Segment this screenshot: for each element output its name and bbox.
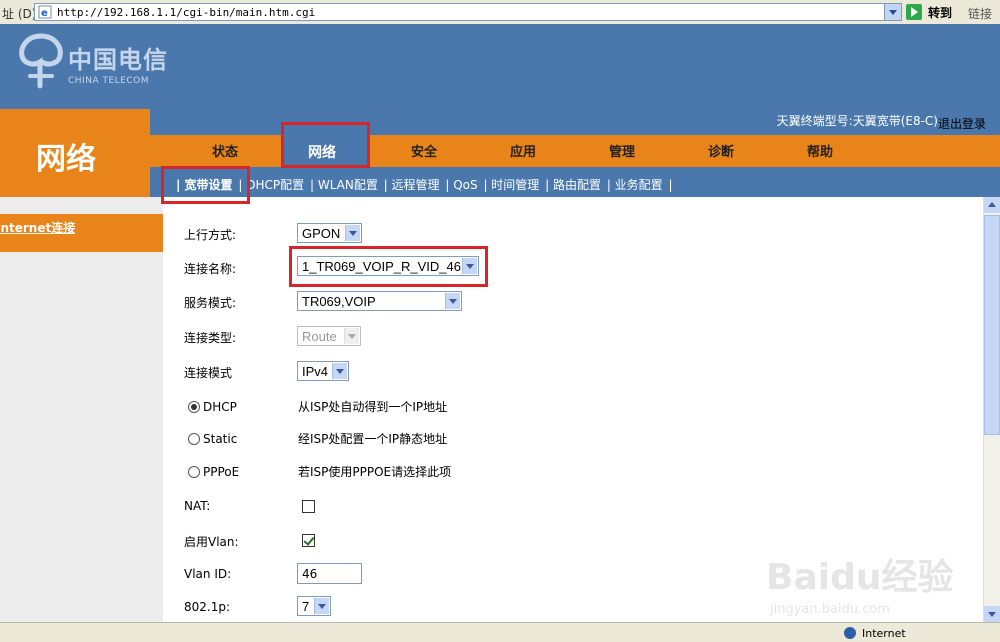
chevron-down-icon	[332, 363, 347, 379]
logo-subtext: CHINA TELECOM	[68, 76, 149, 86]
address-label: 址 (D)	[2, 7, 37, 21]
highlight-connection-name	[289, 246, 488, 287]
tab-help[interactable]: 帮助	[807, 141, 833, 160]
chevron-down-icon	[344, 328, 359, 344]
radio-pppoe-desc: 若ISP使用PPPOE请选择此项	[298, 465, 452, 479]
scroll-down-icon[interactable]	[984, 606, 1000, 622]
radio-dhcp-label: DHCP	[203, 400, 237, 414]
radio-static[interactable]	[188, 433, 200, 445]
vlan-enable-label: 启用Vlan:	[184, 535, 239, 549]
device-model-text: 天翼终端型号:天翼宽带(E8-C)	[776, 114, 938, 128]
tab-application[interactable]: 应用	[510, 141, 536, 160]
sidebar-item-label[interactable]: Internet连接	[0, 219, 75, 236]
uplink-label: 上行方式:	[184, 228, 237, 242]
subnav-route[interactable]: | 路由配置	[545, 178, 601, 192]
connection-mode-select[interactable]: IPv4	[297, 361, 349, 381]
nat-label: NAT:	[184, 499, 211, 513]
nat-checkbox[interactable]	[302, 500, 315, 513]
zone-text: Internet	[862, 627, 906, 640]
address-bar: 址 (D) e http://192.168.1.1/cgi-bin/main.…	[0, 0, 1000, 25]
dot1p-value: 7	[302, 599, 310, 614]
radio-static-label: Static	[203, 432, 238, 446]
logo-text: 中国电信	[68, 45, 168, 74]
dot1p-select[interactable]: 7	[297, 596, 331, 616]
chevron-down-icon	[314, 598, 329, 614]
radio-pppoe[interactable]	[188, 466, 200, 478]
uplink-value: GPON	[302, 226, 341, 241]
vlan-id-input[interactable]: 46	[297, 563, 362, 584]
service-mode-value: TR069,VOIP	[302, 294, 376, 309]
tab-security[interactable]: 安全	[411, 141, 437, 160]
connection-type-label: 连接类型:	[184, 331, 237, 345]
highlight-network-tab	[281, 122, 370, 168]
scroll-up-icon[interactable]	[984, 197, 1000, 213]
scroll-thumb[interactable]	[984, 215, 1000, 435]
highlight-broadband-subnav	[161, 166, 250, 204]
radio-dhcp[interactable]	[188, 401, 200, 413]
svg-text:e: e	[41, 8, 48, 19]
go-label: 转到	[928, 6, 953, 20]
connection-mode-label: 连接模式	[184, 366, 233, 380]
radio-dhcp-desc: 从ISP处自动得到一个IP地址	[298, 400, 448, 414]
logout-link[interactable]: 退出登录	[938, 115, 986, 132]
subnav-qos[interactable]: | QoS	[445, 178, 477, 192]
subnav-service[interactable]: | 业务配置	[607, 178, 663, 192]
address-input[interactable]: e http://192.168.1.1/cgi-bin/main.htm.cg…	[34, 3, 902, 21]
tab-management[interactable]: 管理	[609, 141, 635, 160]
radio-static-desc: 经ISP处配置一个IP静态地址	[298, 432, 448, 446]
connection-type-select: Route	[297, 326, 361, 346]
chevron-down-icon	[345, 225, 360, 241]
baidu-watermark: Baidu经验 jingyan.baidu.com	[766, 540, 986, 620]
globe-icon	[844, 627, 856, 639]
china-telecom-logo-icon	[19, 33, 63, 89]
subnav-remote[interactable]: | 远程管理	[384, 178, 440, 192]
tab-status[interactable]: 状态	[212, 141, 238, 160]
go-button[interactable]: 转到	[906, 3, 962, 21]
left-sidebar	[0, 197, 163, 622]
address-dropdown-icon[interactable]	[884, 4, 901, 20]
vlan-id-label: Vlan ID:	[184, 567, 232, 581]
address-url: http://192.168.1.1/cgi-bin/main.htm.cgi	[57, 6, 316, 19]
go-arrow-icon	[906, 4, 922, 20]
sub-nav-items: | 宽带设置 | DHCP配置 | WLAN配置 | 远程管理 | QoS | …	[176, 176, 675, 193]
watermark-logo: Baidu经验	[766, 557, 954, 598]
vlan-enable-checkbox[interactable]	[302, 534, 315, 547]
main-nav	[150, 135, 1000, 167]
links-button[interactable]: 链接	[968, 5, 992, 22]
connection-mode-value: IPv4	[302, 364, 329, 379]
connection-name-label: 连接名称:	[184, 262, 237, 276]
zone-indicator	[844, 626, 860, 640]
ie-page-icon: e	[38, 5, 52, 19]
service-mode-label: 服务模式:	[184, 296, 237, 310]
subnav-wlan[interactable]: | WLAN配置	[310, 178, 378, 192]
tab-diagnostics[interactable]: 诊断	[708, 141, 734, 160]
connection-type-value: Route	[302, 329, 337, 344]
subnav-time[interactable]: | 时间管理	[483, 178, 539, 192]
section-title: 网络	[36, 142, 96, 177]
model-bar: 天翼终端型号:天翼宽带(E8-C)	[150, 109, 1000, 135]
subnav-end-sep: |	[668, 178, 673, 192]
radio-pppoe-label: PPPoE	[203, 465, 240, 479]
chevron-down-icon	[445, 293, 460, 309]
status-bar: Internet	[0, 622, 1000, 642]
dot1p-label: 802.1p:	[184, 600, 231, 614]
uplink-select[interactable]: GPON	[297, 223, 362, 243]
vlan-id-value: 46	[302, 567, 318, 581]
service-mode-select[interactable]: TR069,VOIP	[297, 291, 462, 311]
watermark-url: jingyan.baidu.com	[770, 602, 890, 617]
